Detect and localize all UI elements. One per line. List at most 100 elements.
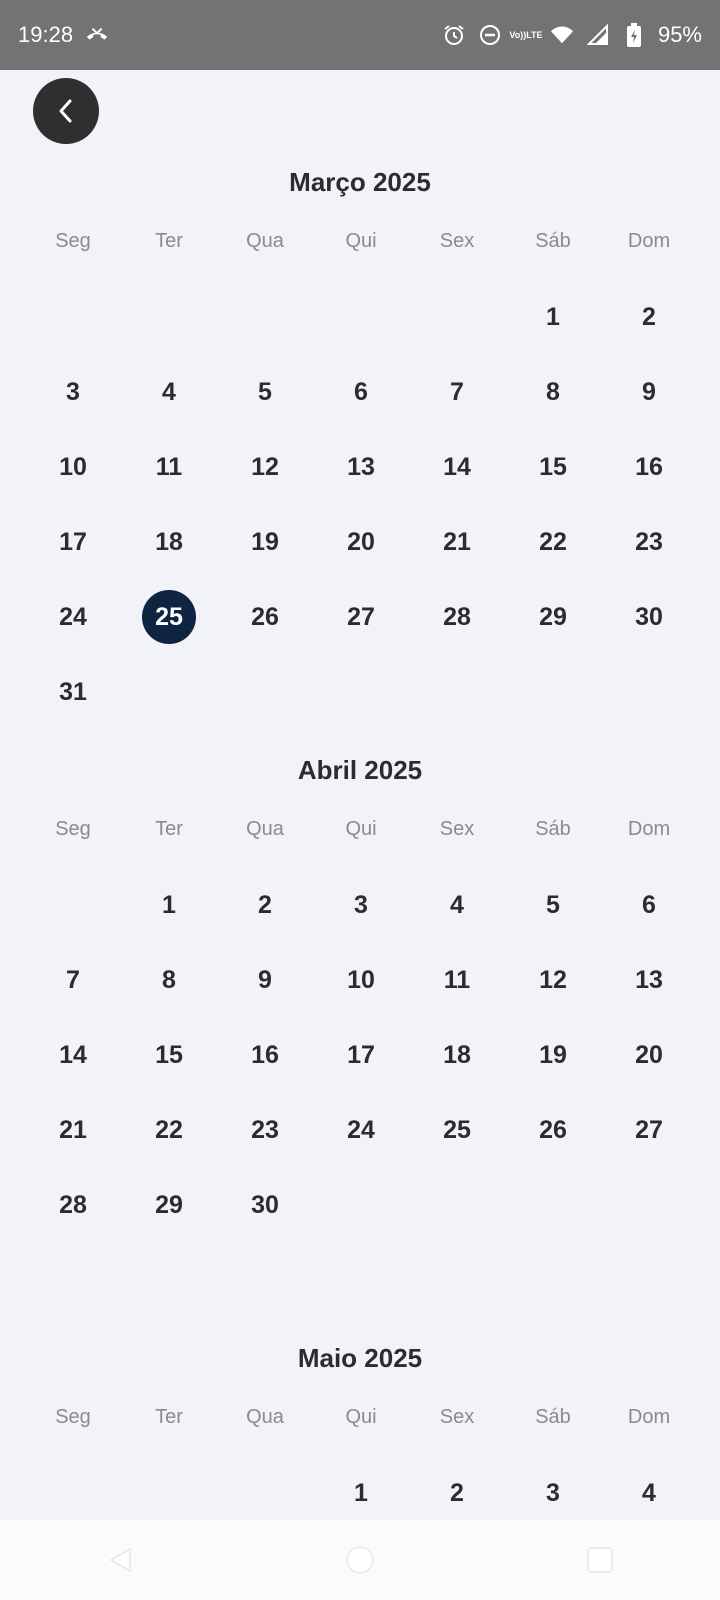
weekday-row: Seg Ter Qua Qui Sex Sáb Dom [25, 814, 697, 844]
calendar-day[interactable]: 16 [238, 1028, 292, 1082]
day-cell: 7 [409, 365, 505, 419]
calendar-day[interactable]: 28 [430, 590, 484, 644]
calendar-day[interactable]: 11 [142, 440, 196, 494]
calendar-day[interactable]: 3 [334, 878, 388, 932]
week-row: 21 22 23 24 25 26 27 [25, 1103, 697, 1157]
calendar-day[interactable]: 29 [526, 590, 580, 644]
calendar-day[interactable]: 1 [142, 878, 196, 932]
calendar-day[interactable]: 2 [238, 878, 292, 932]
weekday-label: Qua [246, 1406, 284, 1428]
calendar-day[interactable]: 23 [238, 1103, 292, 1157]
calendar-day[interactable]: 27 [334, 590, 388, 644]
calendar-day[interactable]: 20 [622, 1028, 676, 1082]
calendar-day[interactable]: 14 [430, 440, 484, 494]
calendar-day[interactable]: 27 [622, 1103, 676, 1157]
day-cell: 15 [505, 440, 601, 494]
calendar-scroll[interactable]: Março 2025 Seg Ter Qua Qui Sex Sáb Dom 1 2 3 4 5 6 7 8 9… [0, 150, 720, 1520]
calendar-day[interactable]: 10 [334, 953, 388, 1007]
weekday-label: Qui [345, 230, 377, 252]
calendar-day[interactable]: 12 [526, 953, 580, 1007]
calendar-day[interactable]: 24 [334, 1103, 388, 1157]
nav-recents-button[interactable] [570, 1530, 630, 1590]
calendar-day[interactable]: 9 [622, 365, 676, 419]
calendar-day[interactable]: 2 [622, 290, 676, 344]
calendar-day[interactable]: 5 [238, 365, 292, 419]
calendar-day[interactable]: 19 [526, 1028, 580, 1082]
calendar-day[interactable]: 30 [238, 1178, 292, 1232]
calendar-day[interactable]: 12 [238, 440, 292, 494]
day-cell [121, 290, 217, 344]
calendar-day[interactable]: 17 [334, 1028, 388, 1082]
status-left: 19:28 [18, 22, 109, 48]
day-cell: 13 [601, 953, 697, 1007]
calendar-day[interactable]: 21 [430, 515, 484, 569]
weekday-label: Dom [627, 1406, 671, 1428]
calendar-day[interactable]: 29 [142, 1178, 196, 1232]
back-button[interactable] [33, 78, 99, 144]
calendar-day[interactable]: 13 [334, 440, 388, 494]
calendar-day[interactable]: 10 [46, 440, 100, 494]
calendar-day[interactable]: 24 [46, 590, 100, 644]
day-cell: 23 [217, 1103, 313, 1157]
day-cell: 24 [313, 1103, 409, 1157]
navigation-bar [0, 1520, 720, 1600]
calendar-day[interactable]: 18 [430, 1028, 484, 1082]
calendar-day[interactable]: 30 [622, 590, 676, 644]
calendar-day[interactable]: 5 [526, 878, 580, 932]
month-title: Março 2025 [289, 167, 431, 197]
empty-day [430, 290, 484, 344]
calendar-day[interactable]: 6 [334, 365, 388, 419]
calendar-day[interactable]: 26 [526, 1103, 580, 1157]
calendar-day[interactable]: 23 [622, 515, 676, 569]
calendar-day[interactable]: 7 [46, 953, 100, 1007]
calendar-day[interactable]: 9 [238, 953, 292, 1007]
calendar-day[interactable]: 8 [142, 953, 196, 1007]
calendar-day[interactable]: 13 [622, 953, 676, 1007]
calendar-day[interactable]: 19 [238, 515, 292, 569]
calendar-day[interactable]: 25 [430, 1103, 484, 1157]
calendar-day[interactable]: 4 [622, 1466, 676, 1520]
calendar-day[interactable]: 16 [622, 440, 676, 494]
calendar-day[interactable]: 7 [430, 365, 484, 419]
day-cell: 31 [25, 665, 121, 719]
calendar-day[interactable]: 21 [46, 1103, 100, 1157]
calendar-day[interactable]: 15 [526, 440, 580, 494]
day-cell: 22 [121, 1103, 217, 1157]
calendar-day[interactable]: 20 [334, 515, 388, 569]
day-cell: 24 [25, 590, 121, 644]
selected-day[interactable]: 25 [142, 590, 196, 644]
nav-home-button[interactable] [330, 1530, 390, 1590]
calendar-day[interactable]: 3 [526, 1466, 580, 1520]
calendar-day[interactable]: 1 [526, 290, 580, 344]
calendar-day[interactable]: 4 [430, 878, 484, 932]
calendar-day[interactable]: 22 [526, 515, 580, 569]
day-cell [505, 1178, 601, 1232]
day-cell [25, 878, 121, 932]
calendar-day[interactable]: 31 [46, 665, 100, 719]
empty-day [334, 1178, 388, 1232]
calendar-day[interactable]: 6 [622, 878, 676, 932]
calendar-day[interactable]: 2 [430, 1466, 484, 1520]
day-cell [409, 1178, 505, 1232]
wifi-icon [550, 23, 574, 47]
calendar-day[interactable]: 11 [430, 953, 484, 1007]
calendar-day[interactable]: 8 [526, 365, 580, 419]
calendar-day[interactable]: 28 [46, 1178, 100, 1232]
weekday-label: Ter [155, 1406, 183, 1428]
nav-back-button[interactable] [90, 1530, 150, 1590]
empty-day [46, 1466, 100, 1520]
weekday-row: Seg Ter Qua Qui Sex Sáb Dom [25, 226, 697, 256]
calendar-day[interactable]: 26 [238, 590, 292, 644]
day-cell [409, 290, 505, 344]
calendar-day[interactable]: 15 [142, 1028, 196, 1082]
calendar-day[interactable]: 18 [142, 515, 196, 569]
day-cell: 7 [25, 953, 121, 1007]
calendar-day[interactable]: 1 [334, 1466, 388, 1520]
calendar-day[interactable]: 3 [46, 365, 100, 419]
day-cell: 6 [601, 878, 697, 932]
day-cell: 14 [25, 1028, 121, 1082]
calendar-day[interactable]: 4 [142, 365, 196, 419]
calendar-day[interactable]: 17 [46, 515, 100, 569]
calendar-day[interactable]: 14 [46, 1028, 100, 1082]
calendar-day[interactable]: 22 [142, 1103, 196, 1157]
